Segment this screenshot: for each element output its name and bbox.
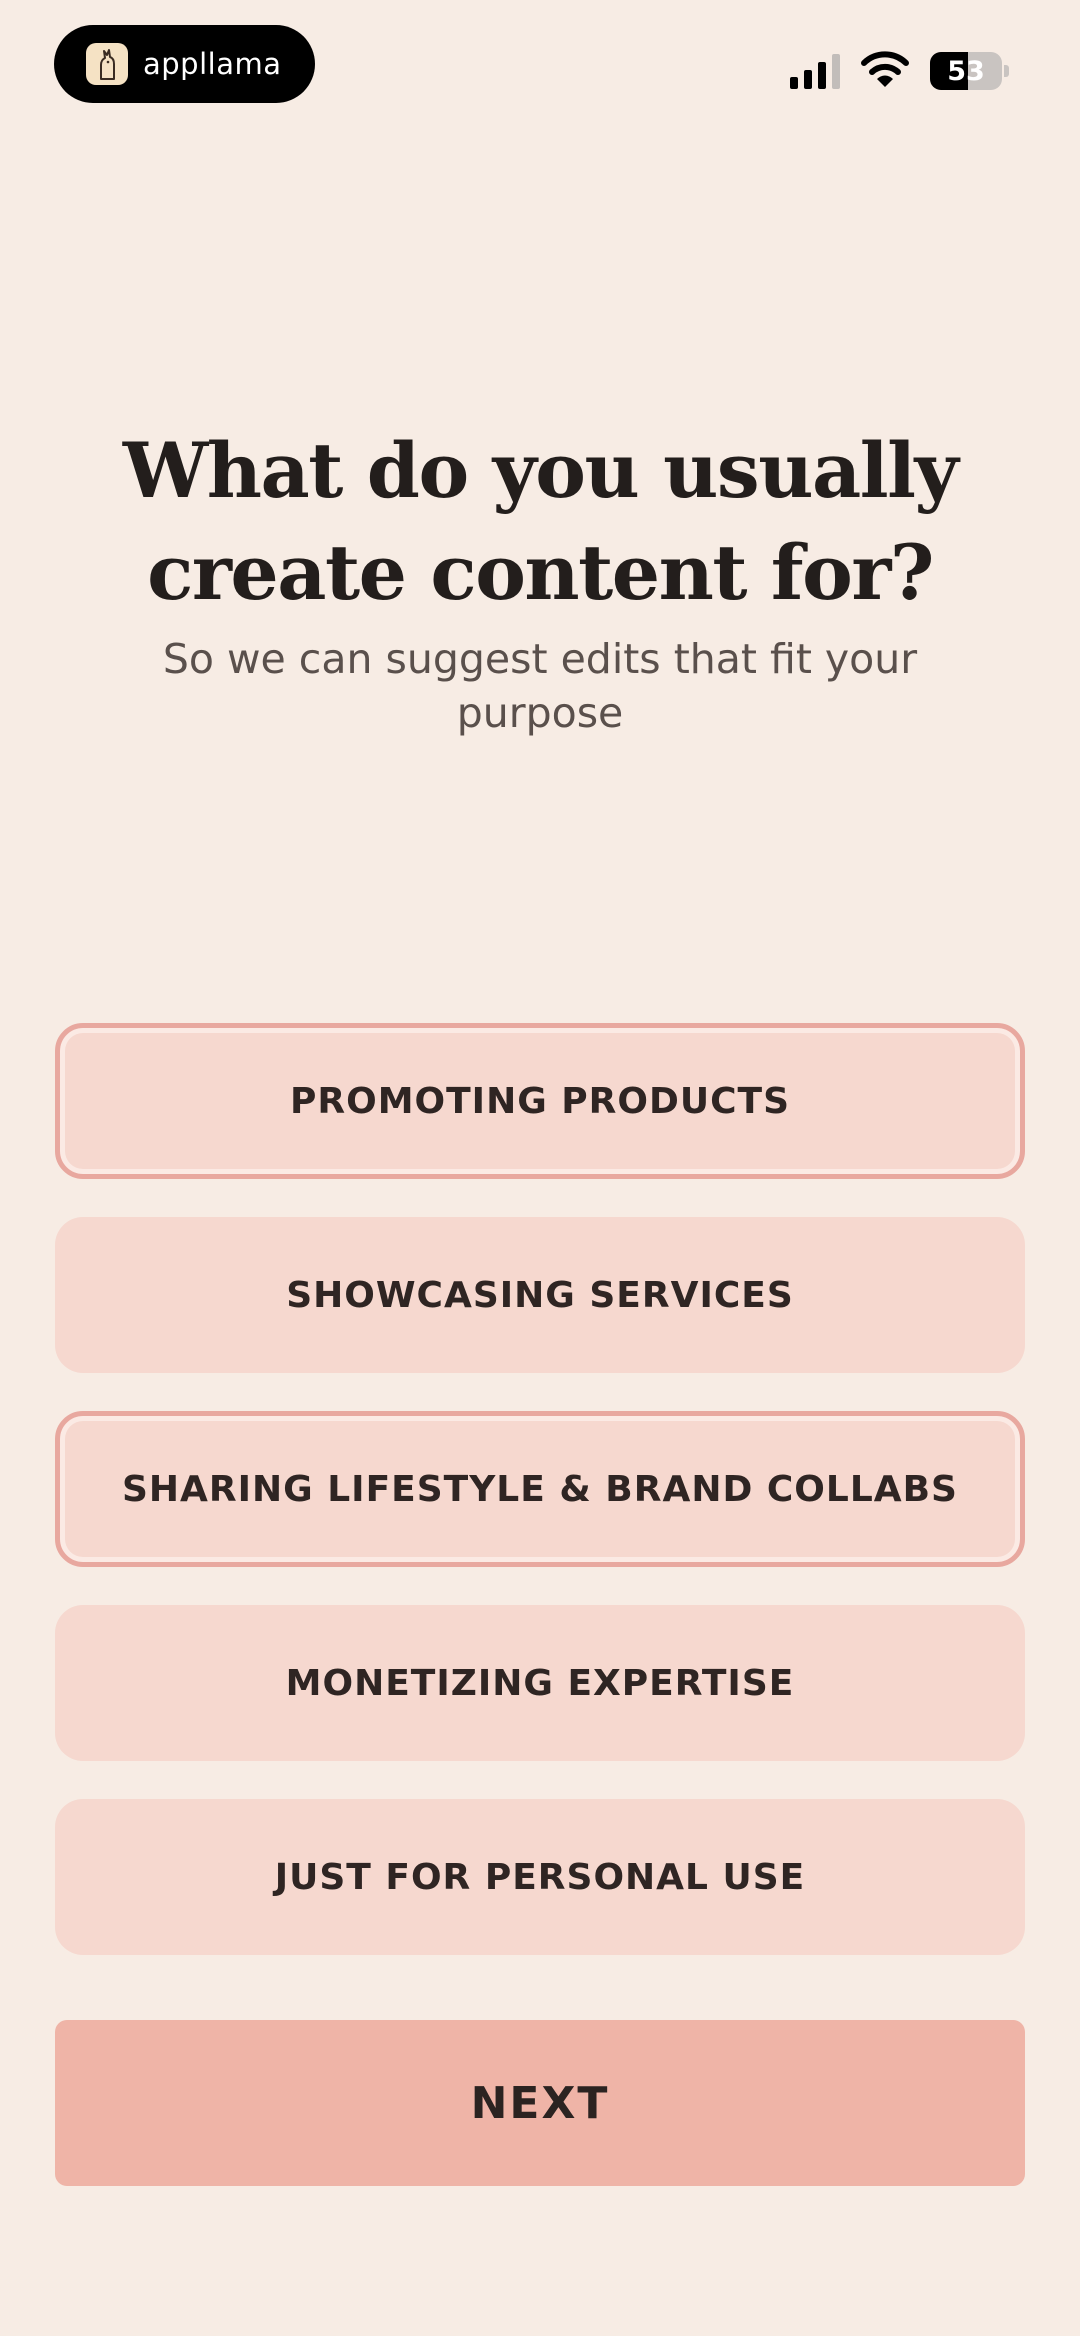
- battery-icon: 53: [930, 52, 1010, 90]
- page-subtitle: So we can suggest edits that fit your pu…: [162, 635, 918, 737]
- option-label: MONETIZING EXPERTISE: [285, 1662, 795, 1704]
- wifi-icon: [861, 51, 909, 87]
- option-promoting-products[interactable]: PROMOTING PRODUCTS: [55, 1023, 1025, 1179]
- status-bar: appllama 53: [0, 0, 1080, 130]
- option-monetizing-expertise[interactable]: MONETIZING EXPERTISE: [55, 1605, 1025, 1761]
- signal-icon: [790, 54, 840, 89]
- option-label: SHOWCASING SERVICES: [286, 1274, 794, 1316]
- battery-level: 53: [947, 55, 985, 87]
- brand-pill: appllama: [54, 25, 315, 103]
- brand-name: appllama: [143, 47, 282, 81]
- option-label: JUST FOR PERSONAL USE: [274, 1856, 806, 1898]
- option-just-for-personal-use[interactable]: JUST FOR PERSONAL USE: [55, 1799, 1025, 1955]
- next-button[interactable]: NEXT: [55, 2020, 1025, 2186]
- page-title: What do you usually create content for?: [122, 426, 959, 617]
- option-sharing-lifestyle-brand-collabs[interactable]: SHARING LIFESTYLE & BRAND COLLABS: [55, 1411, 1025, 1567]
- llama-logo-icon: [86, 43, 128, 85]
- option-label: SHARING LIFESTYLE & BRAND COLLABS: [121, 1468, 958, 1510]
- option-label: PROMOTING PRODUCTS: [289, 1080, 791, 1122]
- options-list: PROMOTING PRODUCTS SHOWCASING SERVICES S…: [55, 1023, 1025, 1993]
- option-showcasing-services[interactable]: SHOWCASING SERVICES: [55, 1217, 1025, 1373]
